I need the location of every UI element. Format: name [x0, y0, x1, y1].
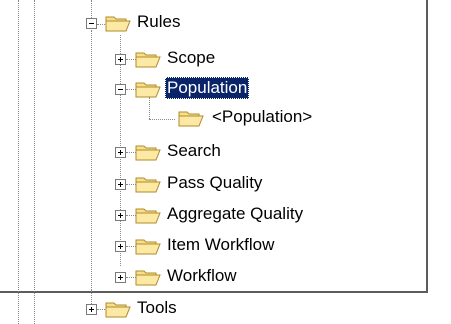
collapse-toggle[interactable] — [86, 18, 97, 29]
window-right-edge — [426, 0, 428, 293]
tree-node-label[interactable]: Rules — [135, 11, 182, 33]
tree-guide-line — [18, 0, 19, 324]
expand-toggle[interactable] — [115, 210, 126, 221]
folder-icon — [135, 239, 161, 255]
tree-view-window: Rules Scope Population <Population> Sear… — [0, 0, 451, 324]
folder-icon — [105, 302, 131, 318]
folder-icon — [135, 145, 161, 161]
expand-toggle[interactable] — [115, 179, 126, 190]
tree-node-label[interactable]: Scope — [165, 47, 217, 69]
expand-toggle[interactable] — [115, 147, 126, 158]
tree-guide-line — [34, 0, 35, 324]
tree-node-label[interactable]: Tools — [135, 297, 179, 319]
collapse-toggle[interactable] — [115, 84, 126, 95]
folder-open-icon — [105, 16, 131, 32]
expand-toggle[interactable] — [86, 304, 97, 315]
folder-icon — [178, 111, 204, 127]
folder-icon — [135, 270, 161, 286]
tree-node-label[interactable]: Pass Quality — [165, 172, 264, 194]
tree-connector — [91, 0, 92, 20]
folder-open-icon — [135, 82, 161, 98]
window-bottom-edge — [0, 291, 428, 293]
folder-icon — [135, 177, 161, 193]
expand-toggle[interactable] — [115, 272, 126, 283]
tree-connector — [149, 119, 175, 120]
tree-node-label[interactable]: Population — [165, 77, 250, 99]
folder-icon — [135, 52, 161, 68]
tree-connector — [91, 30, 92, 290]
folder-icon — [135, 208, 161, 224]
tree-node-label[interactable]: Item Workflow — [165, 234, 276, 256]
tree-node-label[interactable]: Aggregate Quality — [165, 203, 305, 225]
tree-node-label[interactable]: Search — [165, 140, 223, 162]
tree-node-label[interactable]: Workflow — [165, 265, 239, 287]
expand-toggle[interactable] — [115, 54, 126, 65]
expand-toggle[interactable] — [115, 241, 126, 252]
tree-connector — [149, 97, 150, 119]
tree-node-label[interactable]: <Population> — [210, 106, 314, 128]
